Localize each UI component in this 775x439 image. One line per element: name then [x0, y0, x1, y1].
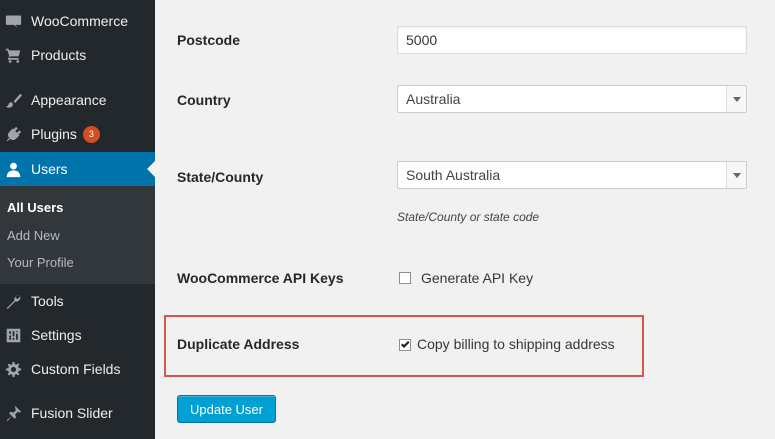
menu-item-fusion-slider[interactable]: Fusion Slider — [0, 396, 155, 430]
state-selected-value: South Australia — [406, 167, 501, 183]
cart-icon — [4, 46, 22, 64]
update-user-button[interactable]: Update User — [177, 395, 276, 423]
country-selected-value: Australia — [406, 91, 461, 107]
postcode-input[interactable] — [397, 26, 747, 54]
menu-label: Users — [31, 161, 68, 177]
menu-item-woocommerce[interactable]: WooCommerce — [0, 4, 155, 38]
plug-icon — [4, 125, 22, 143]
menu-label: Plugins — [31, 126, 77, 142]
menu-item-users[interactable]: Users — [0, 152, 155, 186]
copy-billing-checkbox[interactable] — [399, 339, 411, 351]
users-submenu: All Users Add New Your Profile — [0, 186, 155, 284]
chevron-down-icon — [726, 86, 746, 112]
wrench-icon — [4, 292, 22, 310]
generate-api-key-checkbox[interactable] — [399, 272, 411, 284]
menu-label: WooCommerce — [31, 13, 128, 29]
menu-item-tools[interactable]: Tools — [0, 284, 155, 318]
postcode-label: Postcode — [177, 32, 241, 48]
generate-api-key-label[interactable]: Generate API Key — [421, 270, 533, 286]
gear-icon — [4, 360, 22, 378]
chevron-down-icon — [726, 162, 746, 188]
menu-label: Products — [31, 47, 87, 63]
submenu-all-users[interactable]: All Users — [7, 200, 63, 215]
menu-item-custom-fields[interactable]: Custom Fields — [0, 352, 155, 386]
country-select[interactable]: Australia — [397, 85, 747, 113]
checkmark-icon — [401, 341, 410, 348]
plugins-update-badge: 3 — [82, 125, 100, 143]
duplicate-address-label: Duplicate Address — [177, 336, 300, 352]
copy-billing-label[interactable]: Copy billing to shipping address — [417, 336, 615, 352]
menu-item-settings[interactable]: Settings — [0, 318, 155, 352]
woocommerce-icon — [4, 12, 22, 30]
pin-icon — [4, 404, 22, 422]
admin-sidebar: WooCommerce Products Appearance Plugins … — [0, 0, 155, 439]
menu-label: Tools — [31, 293, 64, 309]
user-icon — [4, 160, 22, 178]
state-select[interactable]: South Australia — [397, 161, 747, 189]
menu-item-plugins[interactable]: Plugins 3 — [0, 117, 155, 151]
state-hint: State/County or state code — [397, 210, 540, 224]
menu-label: Appearance — [31, 92, 107, 108]
menu-label: Settings — [31, 327, 82, 343]
menu-item-appearance[interactable]: Appearance — [0, 83, 155, 117]
submenu-your-profile[interactable]: Your Profile — [7, 255, 74, 270]
api-keys-label: WooCommerce API Keys — [177, 270, 344, 286]
menu-label: Fusion Slider — [31, 405, 113, 421]
state-label: State/County — [177, 169, 264, 185]
menu-item-products[interactable]: Products — [0, 38, 155, 72]
paintbrush-icon — [4, 91, 22, 109]
country-label: Country — [177, 92, 231, 108]
menu-label: Custom Fields — [31, 361, 121, 377]
sliders-icon — [4, 326, 22, 344]
submenu-add-new[interactable]: Add New — [7, 228, 60, 243]
